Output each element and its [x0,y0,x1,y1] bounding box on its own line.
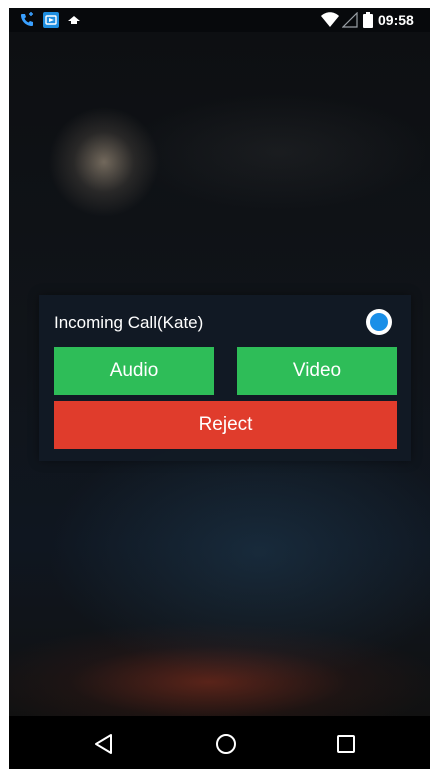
app-notification-icon [43,12,59,28]
call-status-indicator [366,309,392,335]
signal-icon [342,12,358,28]
battery-icon [363,12,373,28]
home-icon[interactable] [214,732,238,756]
reject-call-button[interactable]: Reject [54,401,397,449]
recents-icon[interactable] [334,732,358,756]
status-bar-clock: 09:58 [378,12,414,28]
navigation-bar [9,716,430,769]
back-icon[interactable] [92,732,116,756]
status-dot-icon [370,313,388,331]
audio-answer-button[interactable]: Audio [54,347,214,395]
video-answer-button[interactable]: Video [237,347,397,395]
status-bar: 09:58 [9,8,430,32]
incoming-call-title: Incoming Call(Kate) [54,313,204,332]
notification-icon [67,12,81,28]
wifi-icon [321,12,339,28]
incoming-call-dialog: Incoming Call(Kate) Audio Video Reject [39,295,411,461]
phone-notification-icon [19,12,35,28]
phone-screen: 09:58 Incoming Call(Kate) Audio Video Re… [9,8,430,769]
